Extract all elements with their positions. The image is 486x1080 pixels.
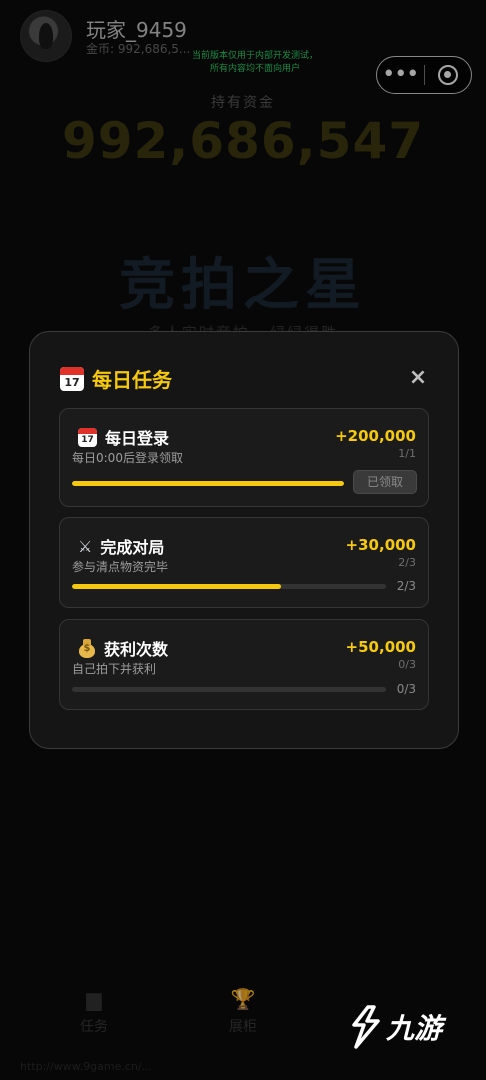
task-card-daily-login: 每日登录 每日0:00后登录领取 +200,000 1/1 已领取 — [59, 408, 429, 507]
progress-bar — [72, 687, 386, 692]
modal-title: 每日任务 — [92, 368, 172, 392]
calendar-icon — [60, 366, 84, 391]
task-desc: 自己拍下并获利 — [72, 662, 157, 676]
jiuyou-logo-icon — [352, 1005, 380, 1049]
jiuyou-watermark: 九游 — [346, 1002, 442, 1052]
task-card-profit-count: 获利次数 自己拍下并获利 +50,000 0/3 0/3 — [59, 619, 429, 710]
progress-fill — [72, 584, 282, 589]
claimed-button[interactable]: 已领取 — [353, 470, 417, 494]
progress-text: 2/3 — [396, 579, 416, 593]
task-name: 获利次数 — [104, 640, 169, 659]
task-reward: +50,000 — [345, 638, 416, 656]
task-count: 0/3 — [398, 658, 416, 671]
task-count: 1/1 — [398, 447, 416, 460]
task-name: 每日登录 — [105, 429, 170, 448]
task-name: 完成对局 — [100, 538, 165, 557]
crossed-swords-icon: ⚔ — [78, 536, 93, 556]
modal-header: 每日任务 — [60, 364, 172, 393]
task-desc: 每日0:00后登录领取 — [72, 451, 183, 465]
task-desc: 参与清点物资完毕 — [72, 560, 169, 574]
task-title: ⚔ 完成对局 — [78, 534, 164, 558]
progress-bar — [72, 584, 386, 589]
task-title: 获利次数 — [78, 636, 168, 660]
task-count: 2/3 — [398, 556, 416, 569]
money-bag-icon — [78, 638, 96, 658]
progress-text: 0/3 — [396, 682, 416, 696]
task-card-complete-match: ⚔ 完成对局 参与清点物资完毕 +30,000 2/3 2/3 — [59, 517, 429, 608]
task-title: 每日登录 — [78, 425, 169, 449]
calendar-icon — [78, 427, 97, 447]
task-reward: +200,000 — [335, 427, 416, 445]
daily-tasks-modal: 每日任务 × 每日登录 每日0:00后登录领取 +200,000 1/1 已领取… — [29, 331, 459, 749]
progress-fill — [72, 481, 344, 486]
progress-bar — [72, 481, 344, 486]
jiuyou-text: 九游 — [386, 1012, 443, 1045]
task-reward: +30,000 — [345, 536, 416, 554]
close-button[interactable]: × — [406, 366, 430, 390]
